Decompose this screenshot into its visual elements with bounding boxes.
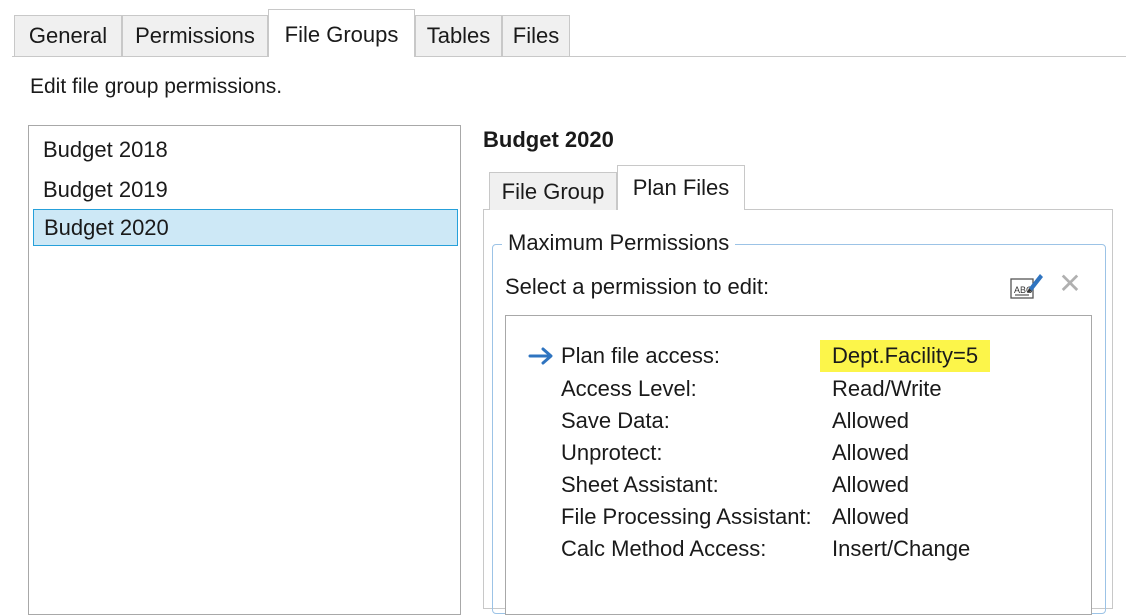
select-permission-label: Select a permission to edit: xyxy=(505,274,770,299)
permission-row-sheet-assistant[interactable]: Sheet Assistant: Allowed xyxy=(528,469,1088,501)
tab-permissions[interactable]: Permissions xyxy=(122,15,268,56)
permission-label: Unprotect: xyxy=(561,440,663,465)
permission-row-save-data[interactable]: Save Data: Allowed xyxy=(528,405,1088,437)
tab-general[interactable]: General xyxy=(14,15,122,56)
tab-strip-baseline xyxy=(12,56,1126,57)
list-item-budget-2018[interactable]: Budget 2018 xyxy=(33,131,458,168)
detail-title: Budget 2020 xyxy=(483,127,614,152)
permission-row-plan-file-access[interactable]: Plan file access: Dept.Facility=5 xyxy=(528,340,1088,372)
permission-value: Allowed xyxy=(832,504,910,529)
file-group-list[interactable]: Budget 2018 Budget 2019 Budget 2020 xyxy=(28,125,461,615)
permission-row-calc-method-access[interactable]: Calc Method Access: Insert/Change xyxy=(528,533,1088,565)
permission-row-unprotect[interactable]: Unprotect: Allowed xyxy=(528,437,1088,469)
permission-value: Insert/Change xyxy=(832,536,971,561)
permission-value: Allowed xyxy=(832,408,910,433)
permission-value: Allowed xyxy=(832,440,910,465)
tab-tables[interactable]: Tables xyxy=(415,15,502,56)
arrow-right-icon xyxy=(528,347,553,365)
permission-row-access-level[interactable]: Access Level: Read/Write xyxy=(528,373,1088,405)
permission-label: Access Level: xyxy=(561,376,697,401)
permission-value: Read/Write xyxy=(832,376,942,401)
tab-files[interactable]: Files xyxy=(502,15,570,56)
permission-label: Sheet Assistant: xyxy=(561,472,719,497)
page-caption: Edit file group permissions. xyxy=(30,75,283,98)
tab-file-group[interactable]: File Group xyxy=(489,172,617,210)
permission-value: Dept.Facility=5 xyxy=(820,340,991,372)
permission-label: Save Data: xyxy=(561,408,670,433)
permission-label: File Processing Assistant: xyxy=(561,504,812,529)
permission-label: Plan file access: xyxy=(561,343,720,368)
group-legend: Maximum Permissions xyxy=(502,230,736,256)
permission-label: Calc Method Access: xyxy=(561,536,767,561)
tab-plan-files[interactable]: Plan Files xyxy=(617,165,745,210)
tab-file-groups[interactable]: File Groups xyxy=(268,9,415,57)
main-tab-strip: General Permissions File Groups Tables F… xyxy=(0,0,1126,58)
close-icon[interactable]: ✕ xyxy=(1057,270,1083,298)
list-item-budget-2019[interactable]: Budget 2019 xyxy=(33,171,458,208)
permission-row-file-processing-assistant[interactable]: File Processing Assistant: Allowed xyxy=(528,501,1088,533)
list-item-budget-2020[interactable]: Budget 2020 xyxy=(33,209,458,246)
edit-text-icon[interactable]: ABC xyxy=(1010,270,1044,300)
permission-value: Allowed xyxy=(832,472,910,497)
